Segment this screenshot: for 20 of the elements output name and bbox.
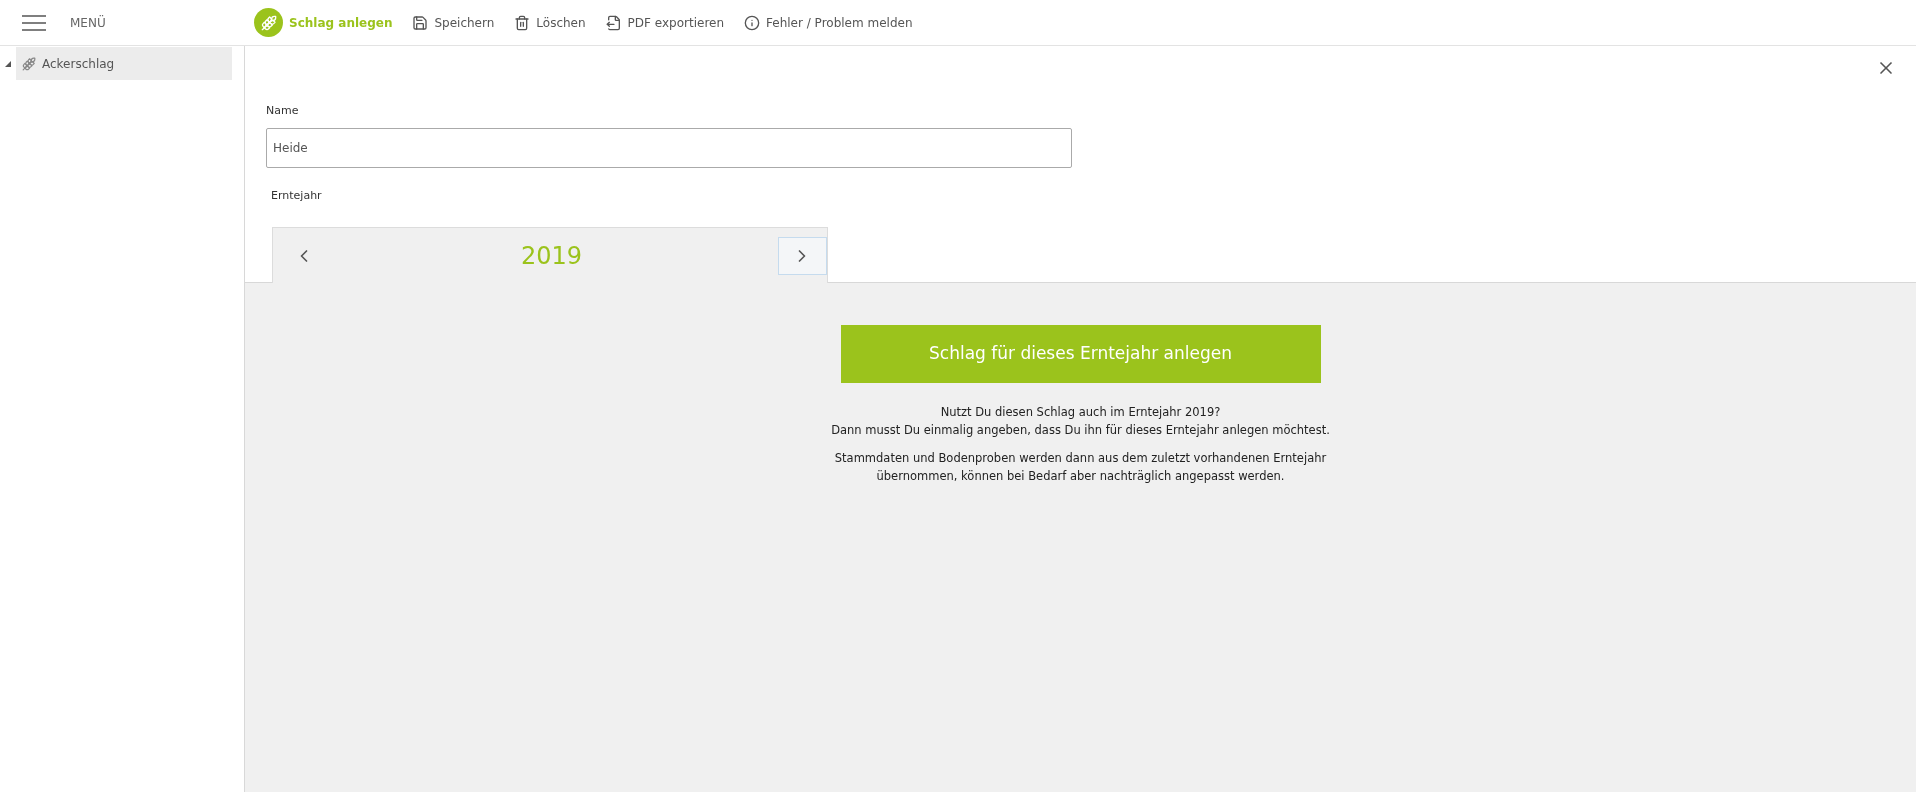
field-label: Name <box>266 103 300 119</box>
wheat-icon <box>22 56 36 71</box>
info-icon <box>744 14 761 31</box>
toolbar-button[interactable]: Speichern <box>412 13 495 32</box>
sidebar-item[interactable]: Ackerschlag <box>16 47 232 80</box>
toolbar-button[interactable]: Löschen <box>514 13 586 32</box>
toolbar-button[interactable]: PDF exportieren <box>605 13 725 32</box>
info-paragraph: Nutzt Du diesen Schlag auch im Erntejahr 2019? Dann musst Du einmalig angeben, dass Du ihn für dieses Erntejahr anlegen möchtest. <box>831 404 1330 439</box>
menu-label[interactable]: MENÜ <box>70 13 106 32</box>
wheat-icon <box>254 8 283 37</box>
name-input-field[interactable]: Heide <box>266 127 1072 168</box>
menu-icon[interactable] <box>22 14 46 31</box>
export-icon <box>605 14 622 31</box>
save-icon <box>412 14 429 31</box>
year-value: 2019 <box>520 240 583 272</box>
toolbar-button[interactable]: Fehler / Problem melden <box>744 13 913 32</box>
tree-toggle-icon[interactable] <box>5 60 11 67</box>
field-label: Erntejahr <box>271 187 323 204</box>
trash-icon <box>514 14 531 31</box>
info-paragraph: Stammdaten und Bodenproben werden dann aus dem zuletzt vorhandenen Erntejahr übernommen, können bei Bedarf aber nachträglich angepasst werden. <box>834 450 1327 485</box>
